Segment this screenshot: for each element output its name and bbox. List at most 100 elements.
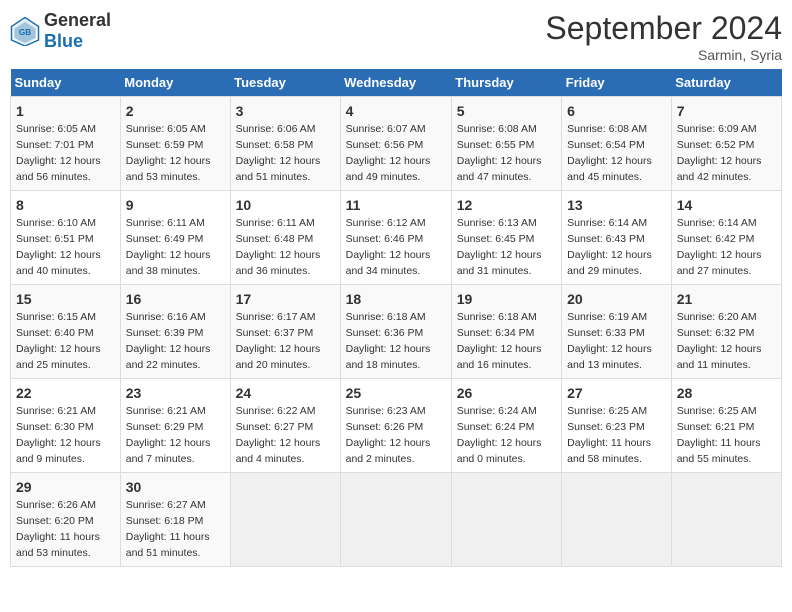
day-number: 17 [236, 289, 335, 309]
day-number: 23 [126, 383, 225, 403]
day-info: Sunrise: 6:13 AM Sunset: 6:45 PM Dayligh… [457, 217, 542, 277]
header-friday: Friday [562, 69, 672, 97]
calendar-cell: 26Sunrise: 6:24 AM Sunset: 6:24 PM Dayli… [451, 379, 561, 473]
calendar-cell: 20Sunrise: 6:19 AM Sunset: 6:33 PM Dayli… [562, 285, 672, 379]
day-info: Sunrise: 6:18 AM Sunset: 6:34 PM Dayligh… [457, 311, 542, 371]
day-number: 4 [346, 101, 446, 121]
calendar-cell: 23Sunrise: 6:21 AM Sunset: 6:29 PM Dayli… [120, 379, 230, 473]
day-number: 19 [457, 289, 556, 309]
day-info: Sunrise: 6:17 AM Sunset: 6:37 PM Dayligh… [236, 311, 321, 371]
calendar-cell: 29Sunrise: 6:26 AM Sunset: 6:20 PM Dayli… [11, 473, 121, 567]
calendar-cell: 9Sunrise: 6:11 AM Sunset: 6:49 PM Daylig… [120, 191, 230, 285]
day-number: 28 [677, 383, 776, 403]
day-number: 25 [346, 383, 446, 403]
calendar-week-row: 15Sunrise: 6:15 AM Sunset: 6:40 PM Dayli… [11, 285, 782, 379]
day-info: Sunrise: 6:25 AM Sunset: 6:21 PM Dayligh… [677, 405, 761, 465]
calendar-cell: 8Sunrise: 6:10 AM Sunset: 6:51 PM Daylig… [11, 191, 121, 285]
logo-icon: GB [10, 16, 40, 46]
calendar-cell [562, 473, 672, 567]
calendar-week-row: 22Sunrise: 6:21 AM Sunset: 6:30 PM Dayli… [11, 379, 782, 473]
day-info: Sunrise: 6:27 AM Sunset: 6:18 PM Dayligh… [126, 499, 210, 559]
day-number: 22 [16, 383, 115, 403]
calendar-table: SundayMondayTuesdayWednesdayThursdayFrid… [10, 69, 782, 567]
logo: GB General Blue [10, 10, 111, 52]
day-number: 13 [567, 195, 666, 215]
day-number: 1 [16, 101, 115, 121]
day-info: Sunrise: 6:14 AM Sunset: 6:42 PM Dayligh… [677, 217, 762, 277]
day-number: 29 [16, 477, 115, 497]
calendar-cell: 16Sunrise: 6:16 AM Sunset: 6:39 PM Dayli… [120, 285, 230, 379]
calendar-cell: 5Sunrise: 6:08 AM Sunset: 6:55 PM Daylig… [451, 97, 561, 191]
month-title: September 2024 [545, 10, 782, 47]
calendar-cell: 18Sunrise: 6:18 AM Sunset: 6:36 PM Dayli… [340, 285, 451, 379]
calendar-cell: 30Sunrise: 6:27 AM Sunset: 6:18 PM Dayli… [120, 473, 230, 567]
calendar-cell: 19Sunrise: 6:18 AM Sunset: 6:34 PM Dayli… [451, 285, 561, 379]
calendar-cell: 24Sunrise: 6:22 AM Sunset: 6:27 PM Dayli… [230, 379, 340, 473]
day-number: 8 [16, 195, 115, 215]
calendar-cell: 1Sunrise: 6:05 AM Sunset: 7:01 PM Daylig… [11, 97, 121, 191]
header-sunday: Sunday [11, 69, 121, 97]
header-monday: Monday [120, 69, 230, 97]
day-number: 21 [677, 289, 776, 309]
location: Sarmin, Syria [545, 47, 782, 63]
day-info: Sunrise: 6:20 AM Sunset: 6:32 PM Dayligh… [677, 311, 762, 371]
calendar-cell: 12Sunrise: 6:13 AM Sunset: 6:45 PM Dayli… [451, 191, 561, 285]
calendar-cell [340, 473, 451, 567]
day-number: 7 [677, 101, 776, 121]
calendar-week-row: 1Sunrise: 6:05 AM Sunset: 7:01 PM Daylig… [11, 97, 782, 191]
header-thursday: Thursday [451, 69, 561, 97]
calendar-cell [671, 473, 781, 567]
calendar-cell: 13Sunrise: 6:14 AM Sunset: 6:43 PM Dayli… [562, 191, 672, 285]
day-info: Sunrise: 6:07 AM Sunset: 6:56 PM Dayligh… [346, 123, 431, 183]
day-number: 24 [236, 383, 335, 403]
day-number: 16 [126, 289, 225, 309]
day-info: Sunrise: 6:23 AM Sunset: 6:26 PM Dayligh… [346, 405, 431, 465]
calendar-cell: 25Sunrise: 6:23 AM Sunset: 6:26 PM Dayli… [340, 379, 451, 473]
calendar-cell: 3Sunrise: 6:06 AM Sunset: 6:58 PM Daylig… [230, 97, 340, 191]
day-info: Sunrise: 6:24 AM Sunset: 6:24 PM Dayligh… [457, 405, 542, 465]
day-number: 14 [677, 195, 776, 215]
day-info: Sunrise: 6:06 AM Sunset: 6:58 PM Dayligh… [236, 123, 321, 183]
logo-text: General Blue [44, 10, 111, 52]
calendar-cell: 21Sunrise: 6:20 AM Sunset: 6:32 PM Dayli… [671, 285, 781, 379]
calendar-cell: 6Sunrise: 6:08 AM Sunset: 6:54 PM Daylig… [562, 97, 672, 191]
calendar-cell [451, 473, 561, 567]
calendar-cell: 22Sunrise: 6:21 AM Sunset: 6:30 PM Dayli… [11, 379, 121, 473]
day-info: Sunrise: 6:09 AM Sunset: 6:52 PM Dayligh… [677, 123, 762, 183]
day-info: Sunrise: 6:21 AM Sunset: 6:29 PM Dayligh… [126, 405, 211, 465]
day-number: 15 [16, 289, 115, 309]
calendar-cell: 15Sunrise: 6:15 AM Sunset: 6:40 PM Dayli… [11, 285, 121, 379]
calendar-week-row: 8Sunrise: 6:10 AM Sunset: 6:51 PM Daylig… [11, 191, 782, 285]
day-number: 6 [567, 101, 666, 121]
header-saturday: Saturday [671, 69, 781, 97]
calendar-cell: 4Sunrise: 6:07 AM Sunset: 6:56 PM Daylig… [340, 97, 451, 191]
day-info: Sunrise: 6:08 AM Sunset: 6:54 PM Dayligh… [567, 123, 652, 183]
calendar-cell: 14Sunrise: 6:14 AM Sunset: 6:42 PM Dayli… [671, 191, 781, 285]
calendar-header-row: SundayMondayTuesdayWednesdayThursdayFrid… [11, 69, 782, 97]
day-info: Sunrise: 6:05 AM Sunset: 7:01 PM Dayligh… [16, 123, 101, 183]
day-number: 18 [346, 289, 446, 309]
svg-text:GB: GB [19, 28, 31, 37]
day-number: 10 [236, 195, 335, 215]
day-number: 3 [236, 101, 335, 121]
day-info: Sunrise: 6:05 AM Sunset: 6:59 PM Dayligh… [126, 123, 211, 183]
day-info: Sunrise: 6:25 AM Sunset: 6:23 PM Dayligh… [567, 405, 651, 465]
day-info: Sunrise: 6:26 AM Sunset: 6:20 PM Dayligh… [16, 499, 100, 559]
day-number: 30 [126, 477, 225, 497]
calendar-cell: 11Sunrise: 6:12 AM Sunset: 6:46 PM Dayli… [340, 191, 451, 285]
day-info: Sunrise: 6:11 AM Sunset: 6:48 PM Dayligh… [236, 217, 321, 277]
day-info: Sunrise: 6:18 AM Sunset: 6:36 PM Dayligh… [346, 311, 431, 371]
logo-general: General [44, 10, 111, 30]
day-info: Sunrise: 6:08 AM Sunset: 6:55 PM Dayligh… [457, 123, 542, 183]
day-info: Sunrise: 6:11 AM Sunset: 6:49 PM Dayligh… [126, 217, 211, 277]
day-info: Sunrise: 6:15 AM Sunset: 6:40 PM Dayligh… [16, 311, 101, 371]
day-info: Sunrise: 6:10 AM Sunset: 6:51 PM Dayligh… [16, 217, 101, 277]
day-number: 12 [457, 195, 556, 215]
calendar-cell: 17Sunrise: 6:17 AM Sunset: 6:37 PM Dayli… [230, 285, 340, 379]
header-wednesday: Wednesday [340, 69, 451, 97]
day-info: Sunrise: 6:19 AM Sunset: 6:33 PM Dayligh… [567, 311, 652, 371]
logo-blue: Blue [44, 31, 83, 51]
day-info: Sunrise: 6:14 AM Sunset: 6:43 PM Dayligh… [567, 217, 652, 277]
title-block: September 2024 Sarmin, Syria [545, 10, 782, 63]
day-info: Sunrise: 6:21 AM Sunset: 6:30 PM Dayligh… [16, 405, 101, 465]
